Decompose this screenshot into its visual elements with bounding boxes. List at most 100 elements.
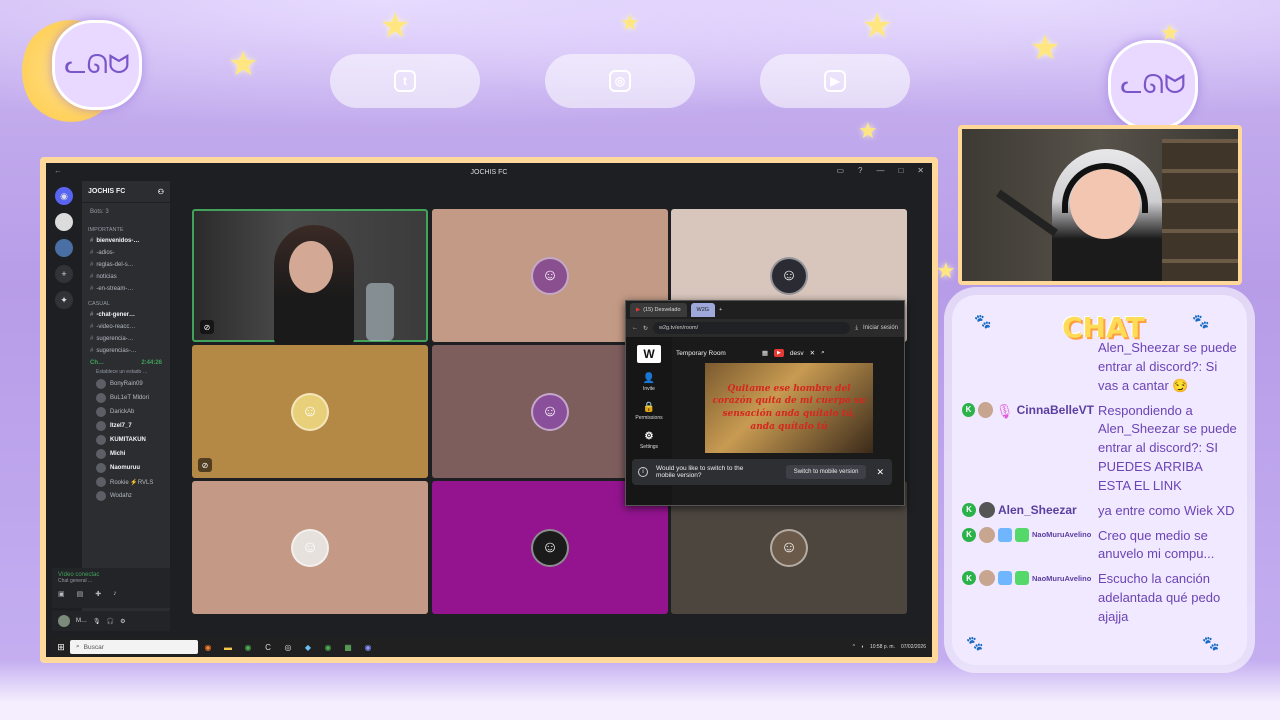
- add-member-icon[interactable]: ⚇: [158, 188, 164, 196]
- back-arrow-icon[interactable]: ←: [54, 166, 62, 175]
- voice-connected-channel[interactable]: Chat general ...: [58, 578, 164, 584]
- server-header[interactable]: JOCHIS FC ⚇: [82, 181, 170, 203]
- video-tile[interactable]: ☺ ⊘: [192, 345, 428, 478]
- help-icon[interactable]: ?: [858, 166, 862, 175]
- close-icon[interactable]: ✕: [917, 166, 924, 175]
- channel-item[interactable]: # bienvenidos-…: [82, 235, 170, 247]
- voice-user[interactable]: Naomuruu: [82, 461, 170, 475]
- settings-gear-icon[interactable]: ⚙: [120, 618, 125, 625]
- video-player[interactable]: Quitame ese hombre del corazón quita de …: [705, 363, 873, 453]
- taskbar-date[interactable]: 07/02/2026: [901, 644, 926, 650]
- add-server-icon[interactable]: +: [55, 265, 73, 283]
- search-icon[interactable]: ⌕: [821, 349, 825, 357]
- server-name: JOCHIS FC: [88, 188, 126, 195]
- taskbar-search[interactable]: ⌕ Buscar: [70, 640, 198, 654]
- file-explorer-icon[interactable]: ▬: [218, 640, 238, 654]
- invite-button[interactable]: 👤 Invite: [643, 373, 655, 392]
- voice-user[interactable]: Rookie ⚡RVLS: [82, 475, 170, 489]
- video-lyrics: Quitame ese hombre del corazón quita de …: [712, 383, 866, 432]
- server-icon-other[interactable]: [55, 239, 73, 257]
- mic-icon[interactable]: 🎙: [93, 618, 101, 625]
- discord-taskbar-icon[interactable]: ◉: [358, 640, 378, 654]
- channel-item[interactable]: # -en-stream-…: [82, 283, 170, 295]
- channel-item[interactable]: # -video-reacc…: [82, 321, 170, 333]
- camera-icon[interactable]: ▣: [58, 590, 65, 598]
- chrome-icon[interactable]: ◉: [318, 640, 338, 654]
- voice-channel[interactable]: Ch… 2:44:26: [82, 357, 170, 369]
- settings-button[interactable]: ⚙ Settings: [640, 431, 658, 450]
- reload-icon[interactable]: ↻: [643, 325, 648, 332]
- voice-user[interactable]: BuL1eT Mldori: [82, 391, 170, 405]
- soundboard-icon[interactable]: ♪: [113, 590, 117, 598]
- hash-icon: #: [90, 348, 94, 354]
- tab-w2g[interactable]: W2G: [690, 303, 716, 317]
- channel-item[interactable]: # sugerencia-…: [82, 333, 170, 345]
- download-icon[interactable]: ⤓: [855, 325, 858, 332]
- channel-item[interactable]: # reglas-del-s…: [82, 259, 170, 271]
- channel-item[interactable]: # noticias: [82, 271, 170, 283]
- voice-user[interactable]: Wodahz: [82, 489, 170, 503]
- category-casual[interactable]: CASUAL: [82, 295, 170, 309]
- discord-home-icon[interactable]: ◉: [55, 187, 73, 205]
- chat-user[interactable]: K Alen_Sheezar: [962, 501, 1094, 518]
- youtube-source-icon[interactable]: ▶: [774, 349, 784, 357]
- switch-mobile-button[interactable]: Switch to mobile version: [785, 465, 867, 479]
- social-cloud-youtube: ▶: [760, 54, 910, 108]
- avatar: ☺: [770, 528, 808, 567]
- new-tab-icon[interactable]: +: [719, 307, 722, 313]
- avatar[interactable]: [58, 615, 70, 627]
- grid-icon[interactable]: ▦: [762, 349, 768, 357]
- chat-user[interactable]: K NaoMuruAvelino: [962, 526, 1094, 543]
- explore-icon[interactable]: ✦: [55, 291, 73, 309]
- sign-in-button[interactable]: Iniciar sesión: [863, 325, 898, 331]
- tab-youtube[interactable]: ▶ (15) Desvelado: [630, 303, 687, 317]
- instagram-icon: ◎: [609, 70, 631, 92]
- voice-user[interactable]: Itzel7_7: [82, 419, 170, 433]
- video-tile[interactable]: ☺: [192, 481, 428, 614]
- close-icon[interactable]: ✕: [874, 467, 886, 478]
- maximize-icon[interactable]: □: [898, 166, 903, 175]
- chrome-icon[interactable]: ◉: [238, 640, 258, 654]
- windows-start-icon[interactable]: ⊞: [52, 642, 70, 653]
- lock-icon: 🔒: [642, 402, 656, 413]
- permissions-button[interactable]: 🔒 Permissions: [635, 402, 662, 421]
- chat-user[interactable]: K 🎙 CinnaBelleVT: [962, 401, 1094, 419]
- minimize-icon[interactable]: —: [876, 166, 884, 175]
- inbox-icon[interactable]: ▭: [836, 166, 844, 175]
- camera-feed-face: [289, 241, 333, 293]
- video-search-input[interactable]: desv: [790, 350, 804, 357]
- app-icon[interactable]: C: [258, 640, 278, 654]
- w2g-logo[interactable]: W: [637, 345, 661, 363]
- screen-share-icon[interactable]: ▤: [77, 590, 84, 598]
- voice-user[interactable]: KUMITAKUN: [82, 433, 170, 447]
- app-icon[interactable]: ▦: [338, 640, 358, 654]
- avatar: [96, 379, 106, 389]
- channel-item[interactable]: # -chat-gener…: [82, 309, 170, 321]
- back-arrow-icon[interactable]: ←: [632, 325, 638, 331]
- channel-item[interactable]: # -adios-: [82, 247, 170, 259]
- category-importante[interactable]: IMPORTANTE: [82, 221, 170, 235]
- voice-user[interactable]: Michi: [82, 447, 170, 461]
- server-rail: ◉ + ✦: [46, 181, 82, 631]
- steam-icon[interactable]: ◆: [298, 640, 318, 654]
- chat-user[interactable]: K NaoMuruAvelino: [962, 570, 1094, 587]
- headphones-icon[interactable]: 🎧: [107, 618, 114, 625]
- obs-icon[interactable]: ◎: [278, 640, 298, 654]
- speaker-icon[interactable]: ◖: [861, 644, 864, 650]
- voice-user[interactable]: DarickAb: [82, 405, 170, 419]
- star-decoration: ★: [862, 7, 893, 45]
- url-field[interactable]: w2g.tv/en/room/: [653, 322, 851, 334]
- video-tile-camera[interactable]: ⊘: [192, 209, 428, 345]
- social-cloud-instagram: ◎: [545, 54, 695, 108]
- paw-icon: 🐾: [966, 635, 984, 651]
- channel-item[interactable]: # sugerencias-…: [82, 345, 170, 357]
- avatar: ☺: [531, 528, 569, 567]
- server-icon-jochis[interactable]: [55, 213, 73, 231]
- chat-text: Escucho la canción adelantada qué pedo a…: [1098, 571, 1221, 624]
- clear-icon[interactable]: ✕: [810, 349, 815, 357]
- taskbar-time[interactable]: 10:58 p. m.: [870, 644, 895, 650]
- chevron-up-icon[interactable]: ^: [853, 644, 855, 650]
- activities-icon[interactable]: ✚: [95, 590, 101, 598]
- firefox-icon[interactable]: ◉: [198, 640, 218, 654]
- voice-user[interactable]: BonyRain09: [82, 377, 170, 391]
